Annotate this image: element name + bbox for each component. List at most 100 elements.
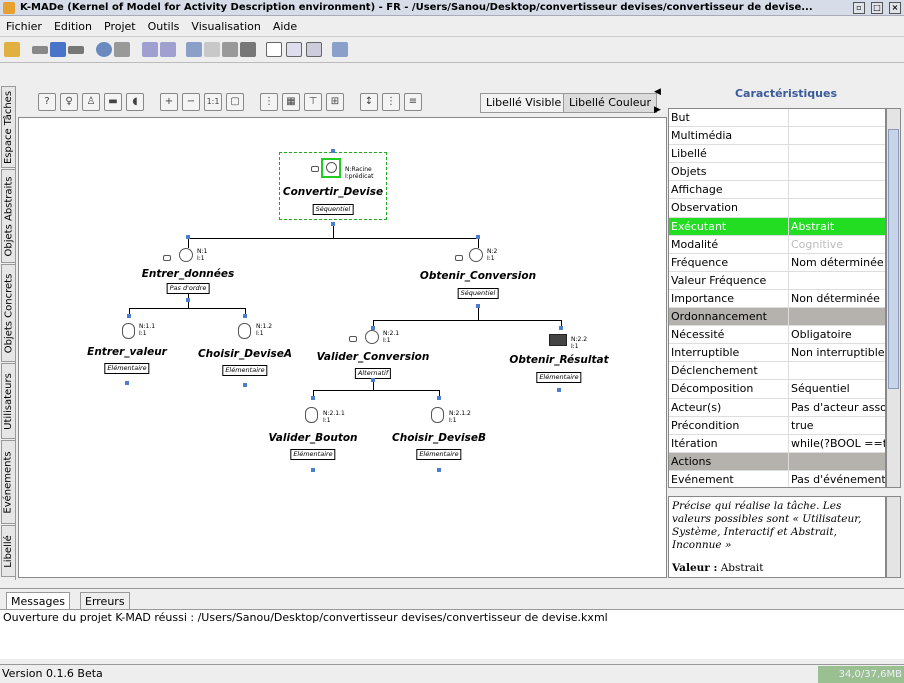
menu-visualisation[interactable]: Visualisation — [185, 17, 266, 37]
config-icon[interactable] — [332, 42, 348, 57]
property-value[interactable]: Pas d'événement a — [789, 471, 885, 487]
frame-icon[interactable] — [266, 42, 282, 57]
arrange-icon[interactable]: ⊞ — [326, 93, 344, 111]
tab-espace-taches[interactable]: Espace Tâches — [1, 86, 15, 168]
property-row[interactable]: Déclenchement — [669, 362, 885, 381]
system-task-icon[interactable] — [549, 334, 567, 346]
menu-fichier[interactable]: Fichier — [0, 17, 48, 37]
task-tree-canvas[interactable]: N:Racine I:prédicat Convertir_Devise Séq… — [18, 117, 667, 578]
undo-icon[interactable] — [142, 42, 158, 57]
property-row[interactable]: Objets — [669, 163, 885, 182]
property-value[interactable] — [789, 181, 885, 198]
property-row[interactable]: Libellé — [669, 145, 885, 164]
collapse-icon[interactable]: ≡ — [404, 93, 422, 111]
property-value[interactable]: Cognitive — [789, 236, 885, 253]
property-row[interactable]: Nécessité Obligatoire — [669, 326, 885, 345]
tree-icon[interactable]: ⊤ — [304, 93, 322, 111]
property-row[interactable]: Actions — [669, 452, 885, 471]
property-row[interactable]: EvénementPas d'événement a — [669, 470, 885, 487]
property-row[interactable]: Décomposition Séquentiel — [669, 380, 885, 399]
task-node-root[interactable] — [321, 158, 341, 178]
zoom-in-icon[interactable]: + — [160, 93, 178, 111]
close-project-icon[interactable] — [68, 46, 84, 54]
vertical-icon[interactable]: ↕ — [360, 93, 378, 111]
property-value[interactable] — [789, 362, 885, 379]
split-arrows-icon[interactable]: ◀ ▶ — [654, 88, 661, 115]
close-icon[interactable]: × — [889, 2, 901, 14]
list-icon[interactable] — [306, 42, 322, 57]
libelle-couleur-button[interactable]: Libellé Couleur — [563, 93, 658, 113]
property-value[interactable] — [789, 127, 885, 144]
print-icon[interactable] — [114, 42, 130, 57]
tab-utilisateurs[interactable]: Utilisateurs — [1, 363, 15, 439]
zoom-out-icon[interactable]: − — [182, 93, 200, 111]
menu-edition[interactable]: Edition — [48, 17, 98, 37]
property-row[interactable]: Acteur(s) Pas d'acteur assoc — [669, 398, 885, 417]
menu-aide[interactable]: Aide — [267, 17, 303, 37]
grid-icon[interactable] — [286, 42, 302, 57]
zoom-fit-icon[interactable]: ▢ — [226, 93, 244, 111]
property-row[interactable]: Fréquence Nom déterminée — [669, 253, 885, 272]
property-value[interactable]: Abstrait — [789, 218, 885, 235]
copy-icon[interactable] — [204, 42, 220, 57]
maximize-icon[interactable]: □ — [871, 2, 883, 14]
bulb-icon[interactable]: ♀ — [60, 93, 78, 111]
task-name[interactable]: Obtenir_Résultat — [509, 354, 608, 366]
zoom-reset-icon[interactable]: 1:1 — [204, 93, 222, 111]
abstract-task-icon[interactable] — [365, 330, 379, 344]
new-project-icon[interactable] — [4, 42, 20, 57]
paste-icon[interactable] — [222, 42, 238, 57]
property-value[interactable]: Non déterminée — [789, 290, 885, 307]
property-value[interactable]: Non interruptible — [789, 344, 885, 361]
minimize-icon[interactable]: ▫ — [853, 2, 865, 14]
property-row[interactable]: Précondition true — [669, 416, 885, 435]
task-name[interactable]: Entrer_valeur — [87, 346, 167, 358]
property-value[interactable] — [789, 308, 885, 325]
task-name[interactable]: Obtenir_Conversion — [420, 270, 536, 282]
interactive-task-icon[interactable]: ◖ — [126, 93, 144, 111]
tab-libelle[interactable]: Libellé — [1, 525, 15, 577]
property-row[interactable]: Importance Non déterminée — [669, 289, 885, 309]
abstract-task-icon[interactable] — [469, 248, 483, 262]
abstract-task-icon[interactable] — [179, 248, 193, 262]
open-icon[interactable] — [32, 46, 48, 54]
property-value[interactable]: true — [789, 417, 885, 434]
property-row[interactable]: But — [669, 109, 885, 128]
task-name[interactable]: Choisir_DeviseB — [392, 432, 486, 444]
property-value[interactable] — [789, 199, 885, 216]
property-value[interactable]: Pas d'acteur assoc — [789, 399, 885, 416]
task-name[interactable]: Convertir_Devise — [283, 186, 383, 198]
scroll-thumb[interactable] — [888, 129, 899, 389]
help-icon[interactable]: ? — [38, 93, 56, 111]
property-value[interactable]: Séquentiel — [789, 380, 885, 397]
menu-outils[interactable]: Outils — [142, 17, 186, 37]
property-row[interactable]: Interruptible Non interruptible — [669, 344, 885, 363]
menu-projet[interactable]: Projet — [98, 17, 142, 37]
interactive-task-icon[interactable] — [238, 323, 251, 339]
tab-evenements[interactable]: Evénements — [1, 440, 15, 524]
properties-scrollbar[interactable] — [886, 108, 901, 488]
property-value[interactable] — [789, 163, 885, 180]
task-name[interactable]: Valider_Conversion — [317, 351, 430, 363]
delete-icon[interactable] — [240, 42, 256, 57]
libelle-visible-button[interactable]: Libellé Visible — [480, 93, 568, 113]
property-row[interactable]: Itération while(?BOOL ==tr — [669, 434, 885, 453]
property-value[interactable]: Nom déterminée — [789, 254, 885, 271]
property-row[interactable]: Ordonnancement — [669, 308, 885, 327]
property-row[interactable]: Observation — [669, 199, 885, 218]
property-value[interactable]: Obligatoire — [789, 326, 885, 343]
redo-icon[interactable] — [160, 42, 176, 57]
horizontal-icon[interactable]: ⋮ — [382, 93, 400, 111]
save-icon[interactable] — [50, 42, 66, 57]
property-row[interactable]: Affichage — [669, 181, 885, 200]
interactive-task-icon[interactable] — [305, 407, 318, 423]
interactive-task-icon[interactable] — [122, 323, 135, 339]
property-row[interactable]: Valeur Fréquence — [669, 271, 885, 290]
task-name[interactable]: Valider_Bouton — [268, 432, 357, 444]
property-value[interactable] — [789, 145, 885, 162]
property-value[interactable] — [789, 453, 885, 470]
property-row[interactable]: Multimédia — [669, 127, 885, 146]
user-task-icon[interactable]: ♙ — [82, 93, 100, 111]
grid-toggle-icon[interactable]: ⋮ — [260, 93, 278, 111]
property-value[interactable] — [789, 109, 885, 126]
